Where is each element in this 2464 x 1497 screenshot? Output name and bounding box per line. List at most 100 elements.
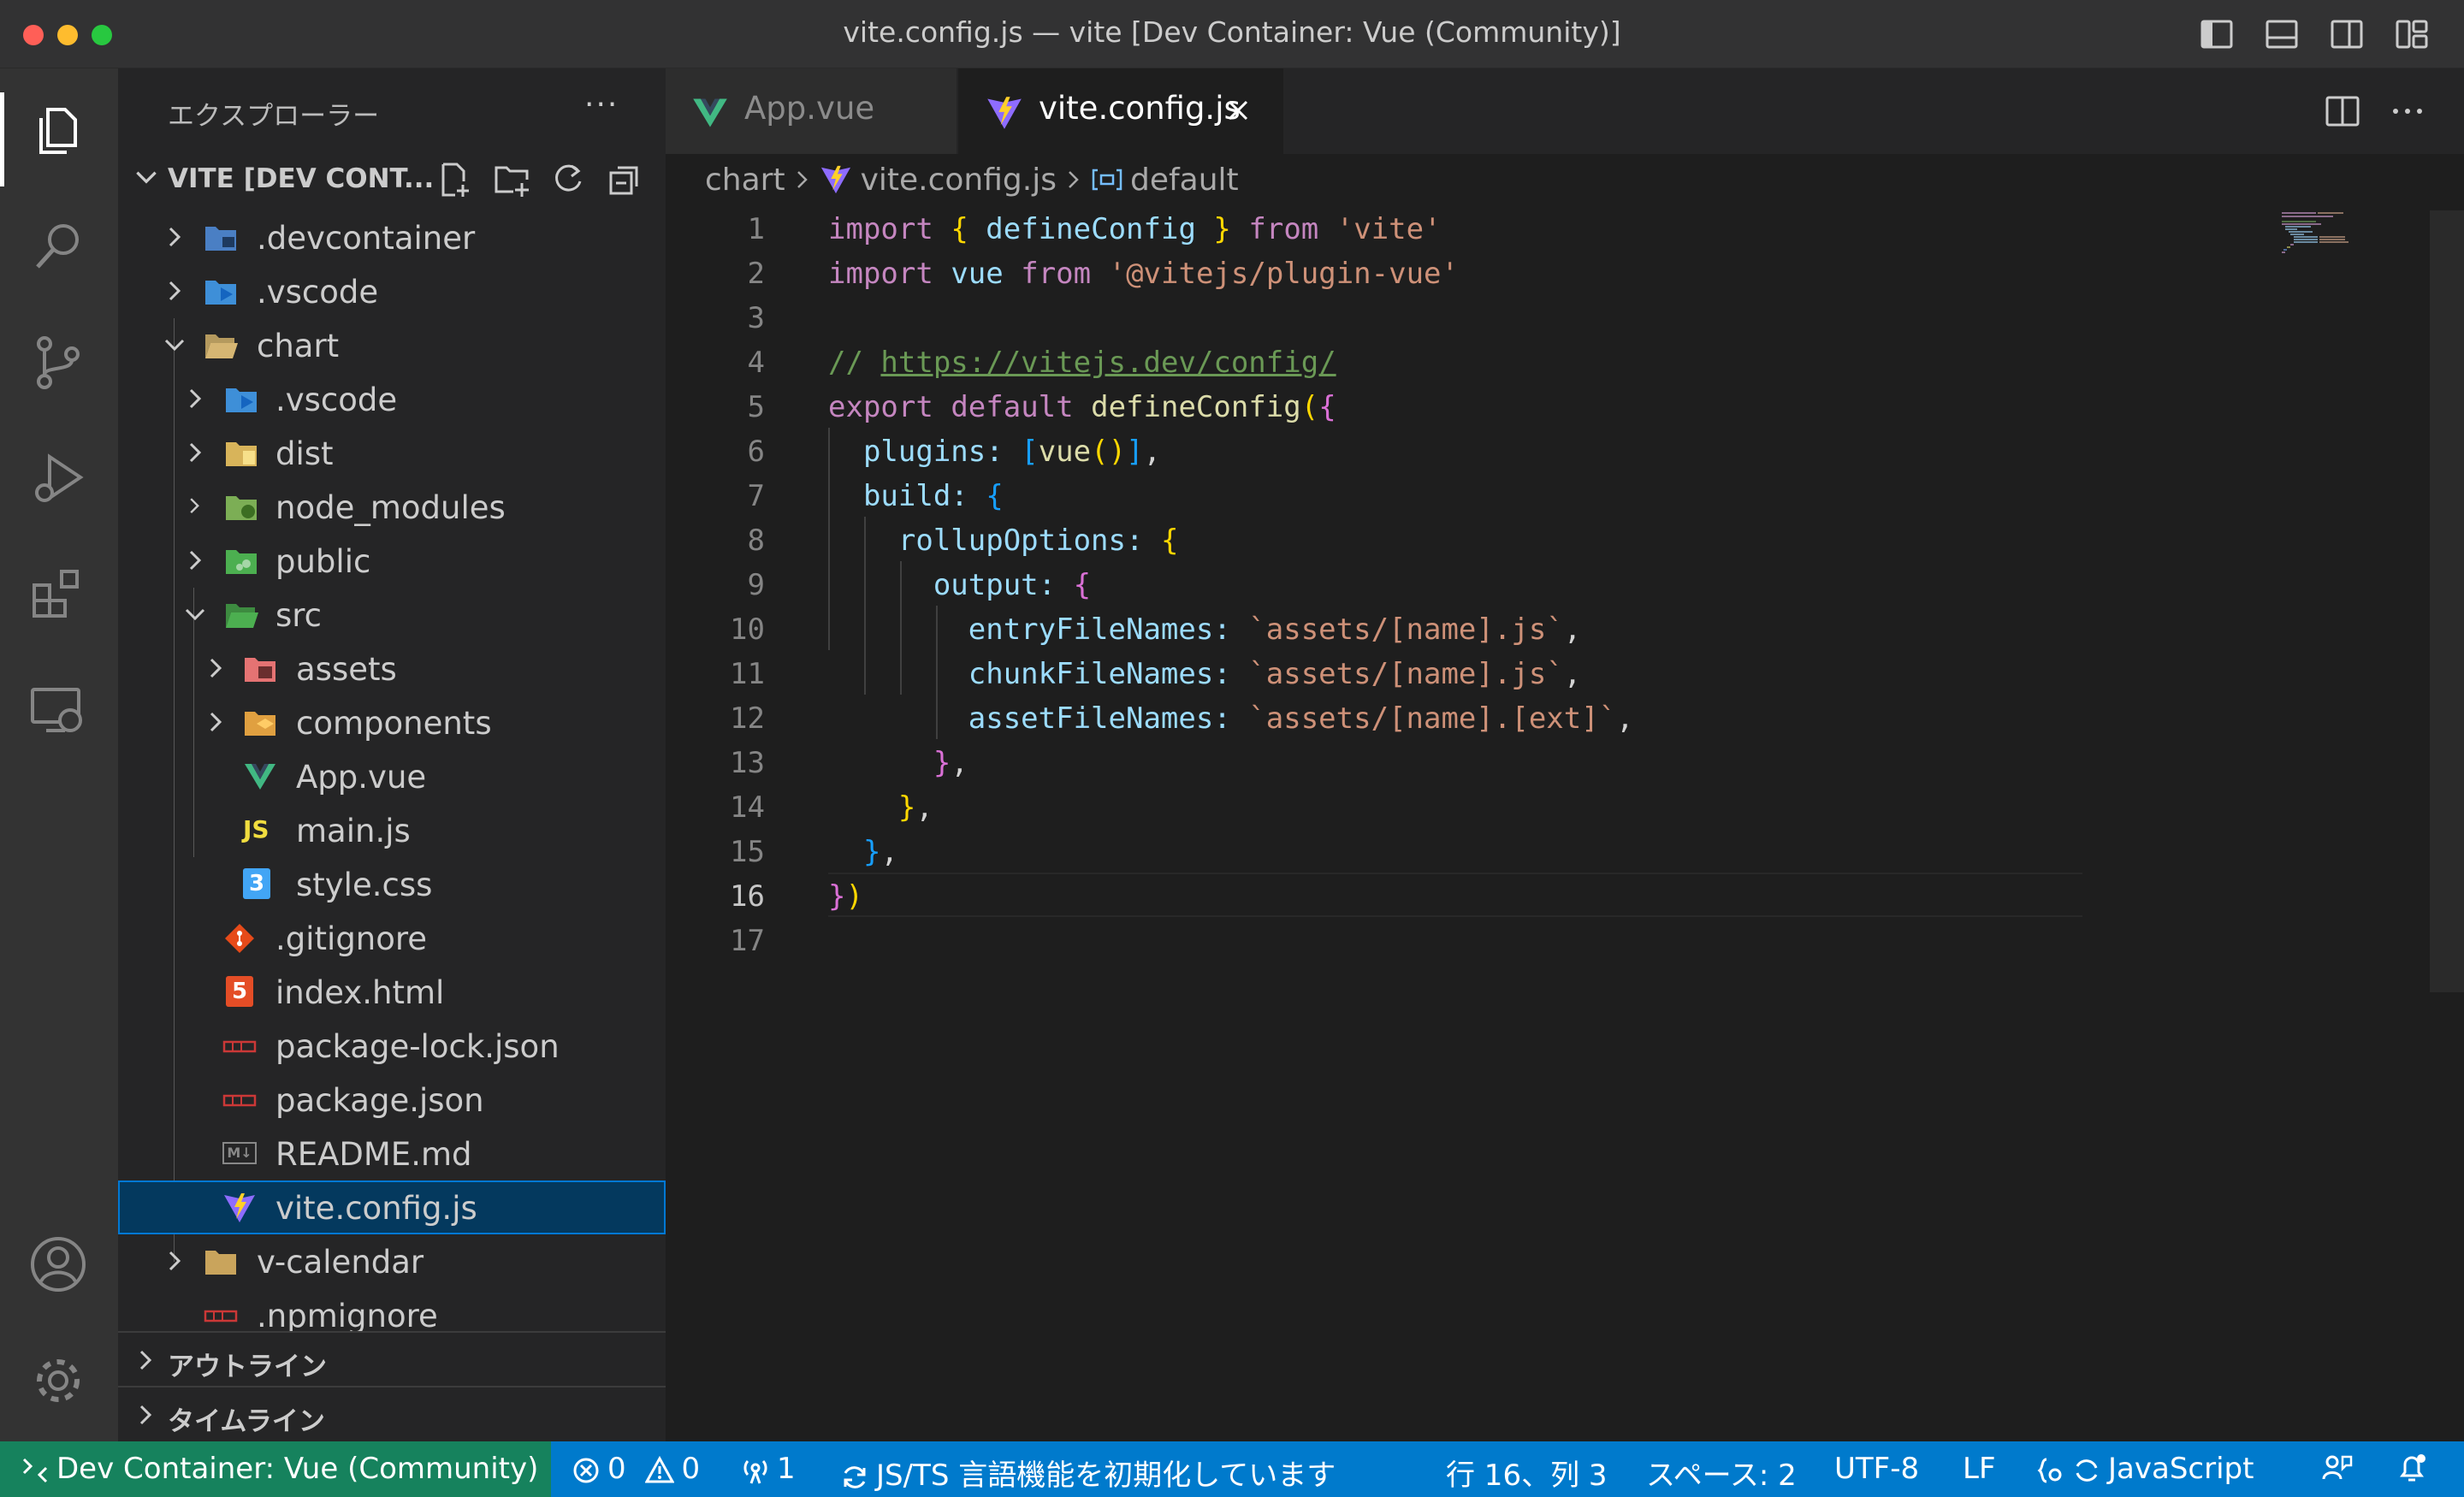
tree-folder-vscode[interactable]: .vscode: [118, 372, 666, 426]
new-folder-icon[interactable]: [493, 161, 530, 198]
tree-file-package-json[interactable]: package.json: [118, 1073, 666, 1127]
editor-scrollbar[interactable]: [2430, 210, 2464, 992]
tree-item-label: .gitignore: [275, 920, 428, 957]
comment-link[interactable]: https://vitejs.dev/config/: [880, 346, 1336, 380]
tree-file-package-lock-json[interactable]: package-lock.json: [118, 1019, 666, 1073]
code-line: 13 },: [730, 746, 968, 780]
collapse-all-icon[interactable]: [606, 161, 643, 198]
breadcrumb-file[interactable]: vite.config.js: [861, 163, 1057, 198]
problems-indicator[interactable]: 0 0: [572, 1452, 700, 1486]
tab-app-vue[interactable]: App.vue: [666, 68, 957, 154]
notifications-bell-icon[interactable]: [2396, 1452, 2428, 1484]
outline-panel-header[interactable]: アウトライン: [118, 1331, 666, 1386]
tree-folder-assets[interactable]: assets: [118, 642, 666, 695]
cursor-position[interactable]: 行 16、列 3: [1446, 1452, 1608, 1494]
ports-indicator[interactable]: 1: [741, 1452, 796, 1486]
tree-folder-public[interactable]: public: [118, 534, 666, 588]
code-line: 8 rollupOptions: {: [747, 524, 1179, 558]
language-status-indicator[interactable]: JS/TS 言語機能を初期化しています: [840, 1452, 1336, 1494]
tree-folder-devcontainer[interactable]: .devcontainer: [118, 210, 666, 264]
search-icon[interactable]: [27, 216, 89, 277]
gear-icon[interactable]: [27, 1350, 89, 1411]
code-line: 12 assetFileNames: `assets/[name].[ext]`…: [730, 701, 1634, 736]
tree-item-label: main.js: [296, 813, 411, 849]
tree-item-label: index.html: [275, 974, 445, 1011]
feedback-icon[interactable]: [2320, 1452, 2353, 1484]
tree-item-label: .vscode: [257, 274, 379, 311]
tree-item-label: .devcontainer: [257, 220, 476, 257]
tree-folder-node-modules[interactable]: node_modules: [118, 480, 666, 534]
explorer-icon[interactable]: [27, 99, 89, 161]
more-actions-button[interactable]: ···: [584, 87, 619, 122]
window-title: vite.config.js — vite [Dev Container: Vu…: [843, 15, 1621, 49]
toggle-secondary-sidebar-icon[interactable]: [2331, 19, 2363, 50]
broadcast-icon: [743, 1459, 767, 1484]
chevron-right-icon: [1069, 171, 1079, 188]
tree-item-label: chart: [257, 328, 340, 364]
eol-indicator[interactable]: LF: [1963, 1452, 1996, 1486]
tree-file-main-js[interactable]: JS main.js: [118, 803, 666, 857]
chevron-right-icon: [169, 227, 181, 247]
new-file-icon[interactable]: [435, 161, 472, 198]
code-line: 14 },: [730, 790, 933, 825]
sidebar-title: エクスプローラー: [168, 101, 380, 132]
tree-file-index-html[interactable]: 5 index.html: [118, 965, 666, 1019]
breadcrumb-symbol[interactable]: default: [1130, 163, 1239, 198]
tree-folder-components[interactable]: components: [118, 695, 666, 749]
run-debug-icon[interactable]: [27, 448, 89, 510]
tab-vite-config-js[interactable]: vite.config.js: [958, 68, 1283, 154]
npm-file-icon: [222, 1040, 257, 1053]
remote-indicator[interactable]: Dev Container: Vue (Community): [0, 1441, 551, 1497]
source-control-icon[interactable]: [27, 332, 89, 393]
ports-count: 1: [777, 1452, 796, 1486]
toggle-primary-sidebar-icon[interactable]: [2200, 19, 2233, 50]
account-icon[interactable]: [27, 1234, 89, 1295]
markdown-file-icon: M↓: [222, 1142, 257, 1164]
tree-folder-dist[interactable]: dist: [118, 426, 666, 480]
code-line: 3: [747, 301, 765, 335]
remote-icon: [22, 1458, 48, 1482]
refresh-icon[interactable]: [549, 161, 587, 198]
language-mode-indicator[interactable]: JavaScript: [2036, 1452, 2254, 1486]
tree-item-label: package.json: [275, 1082, 484, 1119]
chevron-right-icon: [210, 658, 222, 678]
tree-folder-chart[interactable]: chart: [118, 318, 666, 372]
tree-item-label: components: [296, 705, 492, 742]
close-icon[interactable]: [1223, 96, 1253, 125]
tree-folder-vscode[interactable]: .vscode: [118, 264, 666, 318]
tree-item-label: src: [275, 597, 323, 634]
status-bar: Dev Container: Vue (Community) 0 0 1 JS/…: [0, 1441, 2464, 1497]
remote-explorer-icon[interactable]: [27, 681, 89, 743]
breadcrumb-folder[interactable]: chart: [705, 163, 785, 198]
tree-file-style-css[interactable]: 3 style.css: [118, 857, 666, 911]
timeline-panel-header[interactable]: タイムライン: [118, 1386, 666, 1441]
split-editor-icon[interactable]: [2322, 91, 2363, 132]
activity-bar: [0, 68, 118, 1441]
tree-file-gitignore[interactable]: .gitignore: [118, 911, 666, 965]
title-bar: vite.config.js — vite [Dev Container: Vu…: [0, 0, 2464, 68]
tree-file-readme-md[interactable]: M↓ README.md: [118, 1127, 666, 1180]
tree-file-app-vue[interactable]: App.vue: [118, 749, 666, 803]
tree-folder-v-calendar[interactable]: v-calendar: [118, 1234, 666, 1288]
chevron-right-icon: [210, 712, 222, 732]
tree-item-label: vite.config.js: [275, 1190, 477, 1227]
encoding-indicator[interactable]: UTF-8: [1834, 1452, 1919, 1486]
customize-layout-icon[interactable]: [2396, 19, 2428, 50]
tree-item-label: .npmignore: [257, 1298, 438, 1331]
minimap[interactable]: [2278, 205, 2364, 274]
workspace-section-header[interactable]: VITE [DEV CONT...: [118, 152, 666, 205]
devcontainer-folder-icon: [205, 227, 236, 251]
timeline-label: タイムライン: [168, 1406, 325, 1437]
toggle-panel-icon[interactable]: [2266, 19, 2298, 50]
tree-file-vite-config-js[interactable]: vite.config.js: [118, 1180, 666, 1234]
extensions-icon[interactable]: [27, 565, 89, 626]
tree-folder-src[interactable]: src: [118, 588, 666, 642]
indentation-indicator[interactable]: スペース: 2: [1646, 1452, 1797, 1494]
more-actions-icon[interactable]: [2387, 91, 2428, 132]
chevron-right-icon: [189, 550, 202, 571]
vscode-folder-icon: [226, 388, 257, 412]
git-file-icon: [225, 924, 254, 953]
active-indicator: [0, 92, 4, 186]
tree-file-npmignore[interactable]: .npmignore: [118, 1288, 666, 1331]
explorer-sidebar: エクスプローラー ··· VITE [DEV CONT... .devconta…: [118, 68, 666, 1441]
